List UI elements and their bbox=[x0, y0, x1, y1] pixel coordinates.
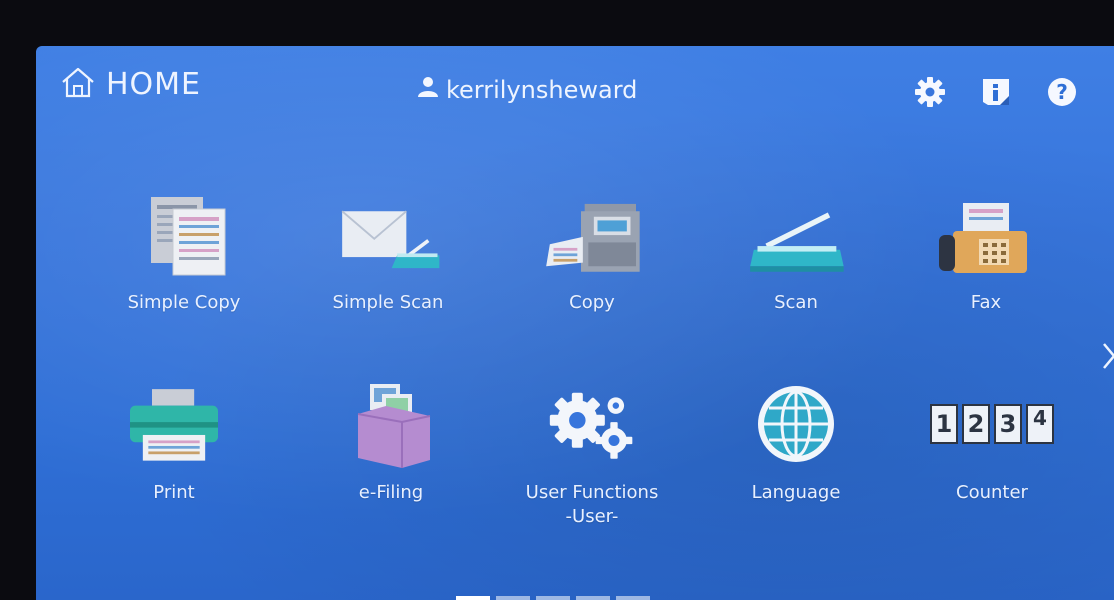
tile-label: User Functions -User- bbox=[526, 481, 659, 529]
scanner-icon bbox=[741, 186, 851, 281]
e-filing-icon bbox=[336, 376, 446, 471]
counter-digit: 2 bbox=[962, 403, 990, 444]
tile-print[interactable]: Print bbox=[94, 376, 254, 526]
tile-user-functions[interactable]: User Functions -User- bbox=[512, 376, 672, 529]
tile-fax[interactable]: Fax bbox=[906, 186, 1066, 336]
page-dot bbox=[616, 596, 650, 600]
page-indicator bbox=[456, 596, 650, 600]
user-functions-gears-icon bbox=[537, 376, 647, 471]
page-dot bbox=[456, 596, 490, 600]
tile-label: Print bbox=[153, 482, 195, 503]
simple-copy-icon bbox=[129, 186, 239, 281]
home-screen: HOME kerrilynsheward ? Simple Copy Simpl… bbox=[36, 46, 1114, 600]
tile-label: Scan bbox=[774, 292, 818, 313]
fax-icon bbox=[931, 186, 1041, 281]
tile-label: Counter bbox=[956, 482, 1028, 503]
tile-label-line1: User Functions bbox=[525, 482, 659, 503]
counter-digit: 1 bbox=[930, 403, 958, 444]
printer-icon bbox=[119, 376, 229, 471]
tile-e-filing[interactable]: e-Filing bbox=[311, 376, 471, 526]
copy-machine-icon bbox=[537, 186, 647, 281]
counter-digit: 3 bbox=[994, 403, 1022, 444]
tile-counter[interactable]: 1 2 3 4 Counter bbox=[912, 376, 1072, 526]
next-page-chevron-icon[interactable] bbox=[1098, 336, 1114, 376]
tile-copy[interactable]: Copy bbox=[512, 186, 672, 336]
tile-language[interactable]: Language bbox=[716, 376, 876, 526]
tile-label: e-Filing bbox=[358, 482, 424, 503]
tile-label: Copy bbox=[569, 292, 615, 313]
tile-label: Simple Copy bbox=[127, 292, 241, 313]
globe-icon bbox=[741, 376, 851, 471]
tile-scan[interactable]: Scan bbox=[716, 186, 876, 336]
tile-simple-copy[interactable]: Simple Copy bbox=[104, 186, 264, 336]
counter-icon: 1 2 3 4 bbox=[930, 376, 1054, 471]
counter-digits: 1 2 3 4 bbox=[930, 403, 1054, 444]
tile-label: Simple Scan bbox=[332, 292, 444, 313]
page-dot bbox=[536, 596, 570, 600]
page-dot bbox=[496, 596, 530, 600]
simple-scan-icon bbox=[333, 186, 443, 281]
page-dot bbox=[576, 596, 610, 600]
tile-label-line2: -User- bbox=[565, 506, 619, 527]
counter-digit: 4 bbox=[1026, 403, 1054, 444]
tile-label: Language bbox=[751, 482, 841, 503]
tile-label: Fax bbox=[970, 292, 1002, 313]
function-grid: Simple Copy Simple Scan Copy Scan Fax Pr… bbox=[36, 46, 1114, 600]
tile-simple-scan[interactable]: Simple Scan bbox=[308, 186, 468, 336]
